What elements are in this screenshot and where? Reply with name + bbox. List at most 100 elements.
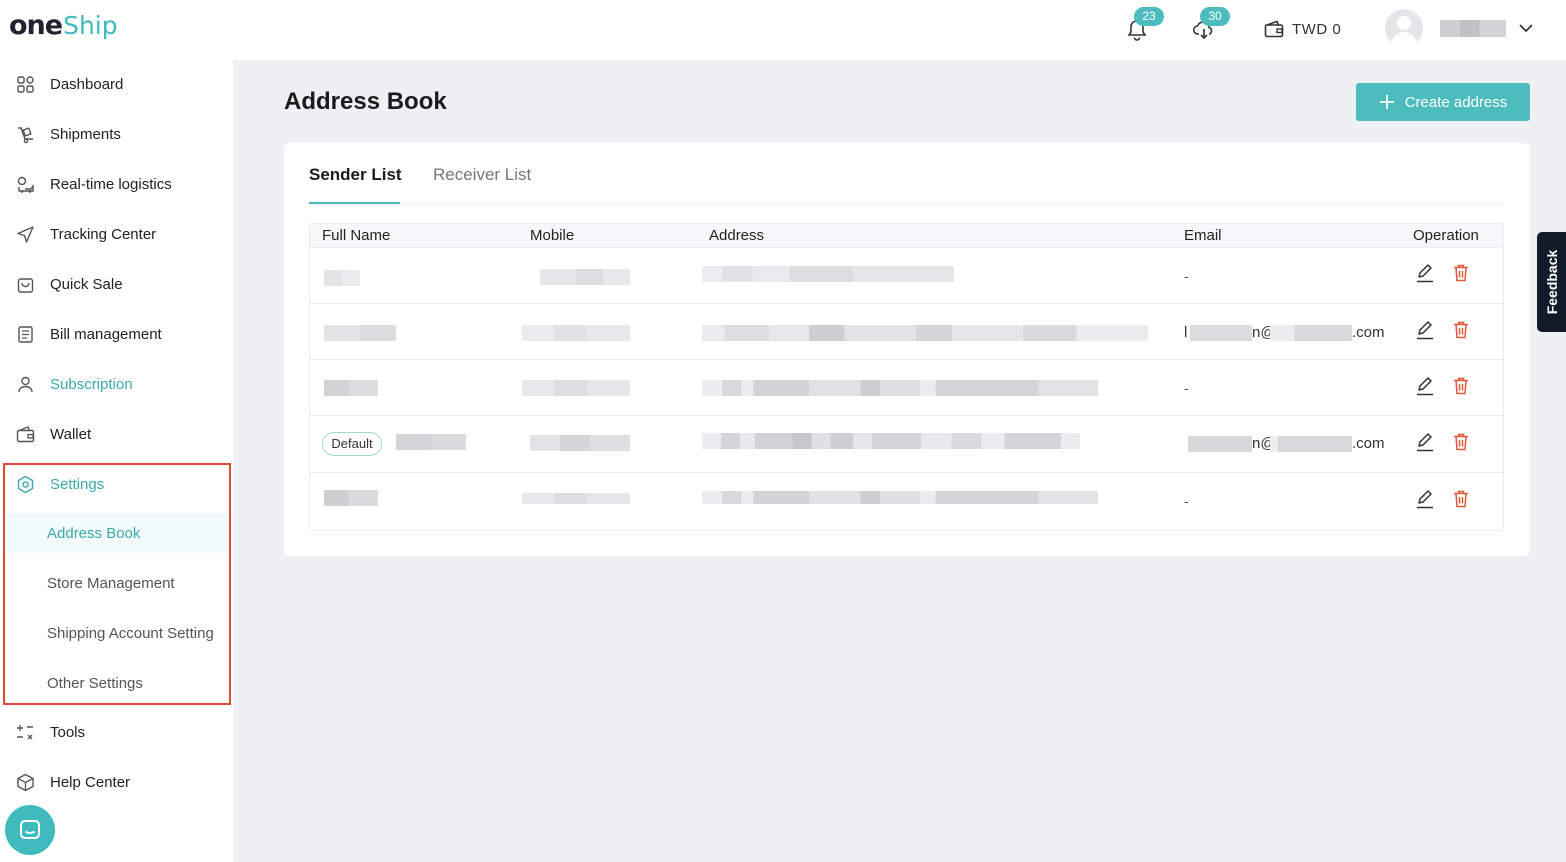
sidebar-item-tracking-center[interactable]: Tracking Center xyxy=(0,214,233,254)
address-table: Full Name Mobile Address Email Operation… xyxy=(309,223,1504,531)
sidebar-item-label: Subscription xyxy=(50,375,133,393)
table-row: - xyxy=(310,472,1503,529)
email-domain-redacted xyxy=(1270,436,1352,452)
logo-one-text: one xyxy=(9,10,63,41)
page-title: Address Book xyxy=(284,88,447,115)
chevron-down-icon[interactable] xyxy=(1518,22,1534,34)
sidebar-item-wallet[interactable]: Wallet xyxy=(0,414,233,454)
quick-sale-icon xyxy=(17,278,34,293)
oneship-logo[interactable]: one Ship xyxy=(9,10,118,46)
sidebar-item-label: Tracking Center xyxy=(50,225,157,243)
create-address-button[interactable]: Create address xyxy=(1356,83,1530,121)
sidebar-item-label: Wallet xyxy=(50,425,92,443)
tab-receiver-list[interactable]: Receiver List xyxy=(433,165,531,185)
address-redacted xyxy=(702,266,954,282)
mobile-redacted xyxy=(522,493,630,504)
top-bar: one Ship 23 30 TWD 0 xyxy=(0,0,1566,60)
table-row: - xyxy=(310,247,1503,304)
sidebar-item-real-time-logistics[interactable]: Real-time logistics xyxy=(0,164,233,204)
sidebar-item-label: Help Center xyxy=(50,773,131,791)
notifications-button[interactable]: 23 xyxy=(1126,7,1164,42)
email-empty: - xyxy=(1184,268,1189,284)
name-redacted xyxy=(324,270,360,286)
address-redacted xyxy=(702,433,1080,449)
delete-icon[interactable] xyxy=(1451,489,1471,509)
sidebar-item-shipments[interactable]: Shipments xyxy=(0,114,233,154)
downloads-button[interactable]: 30 xyxy=(1192,7,1230,42)
feedback-tab[interactable]: Feedback xyxy=(1537,232,1566,332)
address-redacted xyxy=(702,491,1098,504)
delete-icon[interactable] xyxy=(1451,376,1471,396)
sidebar-item-subscription[interactable]: Subscription xyxy=(0,364,233,404)
email-suffix: .com xyxy=(1352,435,1385,452)
address-card: Sender List Receiver List Full Name Mobi… xyxy=(284,143,1530,556)
edit-icon[interactable] xyxy=(1415,376,1435,396)
plus-icon xyxy=(1379,95,1394,109)
bill-icon xyxy=(18,326,33,343)
sidebar-item-dashboard[interactable]: Dashboard xyxy=(0,64,233,104)
sidebar-item-label: Quick Sale xyxy=(50,275,123,293)
shipments-icon xyxy=(18,127,33,144)
sidebar-item-bill-management[interactable]: Bill management xyxy=(0,314,233,354)
email-suffix: .com xyxy=(1352,324,1385,341)
edit-icon[interactable] xyxy=(1415,320,1435,340)
downloads-badge: 30 xyxy=(1200,7,1230,26)
tab-divider xyxy=(309,204,1504,205)
edit-icon[interactable] xyxy=(1415,263,1435,283)
user-icon xyxy=(18,376,33,393)
create-address-label: Create address xyxy=(1404,93,1508,111)
email-prefix: l xyxy=(1184,324,1188,341)
tracking-icon xyxy=(17,226,34,243)
name-redacted xyxy=(396,434,466,450)
help-icon xyxy=(17,773,34,792)
tab-active-indicator xyxy=(309,202,400,204)
sidebar-item-tools[interactable]: Tools xyxy=(0,712,233,752)
mobile-redacted xyxy=(530,435,630,451)
username-redacted[interactable] xyxy=(1440,20,1506,37)
email-empty: - xyxy=(1184,380,1189,396)
mobile-redacted xyxy=(522,380,630,396)
avatar[interactable] xyxy=(1385,9,1423,47)
delete-icon[interactable] xyxy=(1451,263,1471,283)
edit-icon[interactable] xyxy=(1415,432,1435,452)
settings-highlight-box xyxy=(3,463,231,705)
email-user-redacted xyxy=(1188,436,1252,452)
table-row: Default n@ .com xyxy=(310,415,1503,472)
table-header: Full Name Mobile Address Email Operation xyxy=(310,224,1503,248)
tab-sender-list[interactable]: Sender List xyxy=(309,165,402,185)
col-mobile: Mobile xyxy=(530,227,575,244)
mobile-redacted xyxy=(540,269,630,285)
sidebar-item-label: Shipments xyxy=(50,125,121,143)
name-redacted xyxy=(324,490,378,506)
feedback-label: Feedback xyxy=(1543,249,1560,315)
tools-icon xyxy=(17,724,33,740)
address-redacted xyxy=(702,325,1148,341)
col-full-name: Full Name xyxy=(322,227,391,244)
col-operation: Operation xyxy=(1413,227,1479,244)
wallet-amount: TWD 0 xyxy=(1292,20,1342,38)
sidebar-item-label: Dashboard xyxy=(50,75,124,93)
sidebar-item-label: Tools xyxy=(50,723,86,741)
email-empty: - xyxy=(1184,493,1189,509)
chat-icon xyxy=(20,820,40,839)
sidebar-item-help-center[interactable]: Help Center xyxy=(0,762,233,802)
sidebar-item-label: Bill management xyxy=(50,325,162,343)
sidebar-item-label: Real-time logistics xyxy=(50,175,172,193)
email-domain-redacted xyxy=(1270,325,1352,341)
delete-icon[interactable] xyxy=(1451,320,1471,340)
name-redacted xyxy=(324,325,396,341)
delete-icon[interactable] xyxy=(1451,432,1471,452)
notifications-badge: 23 xyxy=(1134,7,1164,26)
wallet-icon xyxy=(16,426,35,443)
logistics-icon xyxy=(17,176,34,193)
wallet-icon xyxy=(1264,20,1284,38)
edit-icon[interactable] xyxy=(1415,489,1435,509)
sidebar-item-quick-sale[interactable]: Quick Sale xyxy=(0,264,233,304)
chat-button[interactable] xyxy=(5,805,55,855)
wallet-balance[interactable]: TWD 0 xyxy=(1264,20,1341,38)
dashboard-icon xyxy=(17,76,34,93)
sidebar: Dashboard Shipments Real-time logistics … xyxy=(0,60,233,862)
logo-ship-text: Ship xyxy=(63,11,118,40)
table-row: l n@ .com xyxy=(310,303,1503,360)
address-redacted xyxy=(702,380,1098,396)
